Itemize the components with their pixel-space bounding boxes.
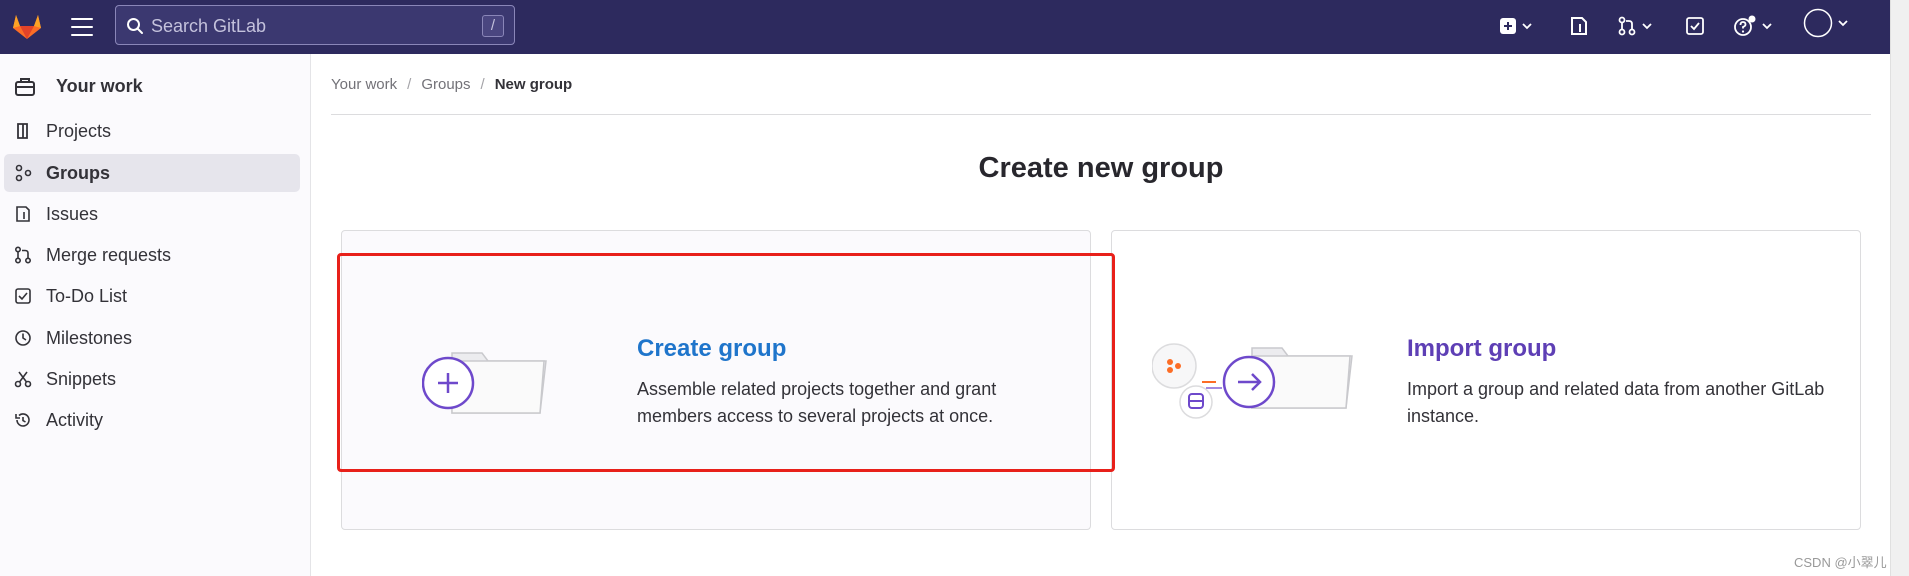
- issues-icon: [16, 206, 30, 222]
- briefcase-icon: [15, 78, 35, 96]
- todo-button[interactable]: [1685, 14, 1705, 38]
- group-icon: [15, 164, 32, 182]
- import-group-title[interactable]: Import group: [1407, 335, 1556, 363]
- import-group-illustration: [1152, 343, 1353, 419]
- project-icon: [17, 123, 28, 139]
- issues-button[interactable]: [1569, 14, 1589, 38]
- create-group-title[interactable]: Create group: [637, 335, 786, 363]
- user-menu[interactable]: [1803, 8, 1849, 38]
- search-icon: [127, 18, 143, 34]
- merge-request-icon: [14, 246, 32, 264]
- sidebar-item-label: Milestones: [46, 328, 133, 348]
- create-new-button[interactable]: [1499, 14, 1533, 38]
- vertical-scrollbar[interactable]: [1890, 0, 1909, 576]
- todo-icon: [15, 288, 31, 304]
- issues-icon: [1571, 17, 1587, 35]
- gitlab-logo[interactable]: [10, 9, 44, 41]
- top-navbar: Search GitLab /: [0, 0, 1890, 54]
- import-group-card[interactable]: Import group Import a group and related …: [1111, 230, 1861, 530]
- plus-square-icon: [1500, 18, 1516, 34]
- chevron-down-icon: [1762, 23, 1772, 30]
- sidebar-item-merge-requests[interactable]: Merge requests: [4, 236, 300, 274]
- breadcrumb-your-work[interactable]: Your work: [331, 76, 397, 93]
- page-title: Create new group: [978, 152, 1224, 184]
- sidebar-header[interactable]: Your work: [0, 64, 311, 108]
- sidebar-header-label: Your work: [56, 76, 143, 96]
- search-box[interactable]: Search GitLab /: [115, 5, 515, 45]
- watermark: CSDN @小翠儿: [1794, 555, 1887, 570]
- sidebar-item-issues[interactable]: Issues: [4, 195, 300, 233]
- breadcrumb-separator: /: [407, 76, 412, 93]
- sidebar-item-label: Activity: [46, 410, 104, 430]
- chevron-down-icon: [1838, 20, 1848, 27]
- sidebar: Your work Projects Groups Issues Merge r…: [0, 54, 311, 576]
- sidebar-item-label: To-Do List: [46, 286, 128, 306]
- create-group-illustration: [422, 352, 547, 414]
- sidebar-item-projects[interactable]: Projects: [4, 112, 300, 150]
- breadcrumb-new-group[interactable]: New group: [495, 76, 573, 93]
- sidebar-item-snippets[interactable]: Snippets: [4, 360, 300, 398]
- create-group-description: Assemble related projects together and g…: [637, 379, 997, 426]
- chevron-down-icon: [1642, 23, 1652, 30]
- sidebar-item-label: Groups: [46, 163, 111, 183]
- search-placeholder: Search GitLab: [151, 16, 267, 36]
- sidebar-item-label: Issues: [46, 204, 99, 224]
- create-group-card[interactable]: Create group Assemble related projects t…: [341, 230, 1091, 530]
- breadcrumb-separator: /: [480, 76, 485, 93]
- sidebar-item-activity[interactable]: Activity: [4, 401, 300, 439]
- avatar: [1803, 8, 1833, 38]
- sidebar-item-label: Merge requests: [46, 245, 172, 265]
- history-icon: [15, 413, 30, 427]
- breadcrumb: Your work / Groups / New group: [331, 76, 572, 93]
- clock-icon: [15, 330, 31, 346]
- merge-request-icon: [1618, 16, 1636, 36]
- sidebar-item-label: Snippets: [46, 369, 117, 389]
- hamburger-menu-icon[interactable]: [69, 15, 95, 39]
- chevron-down-icon: [1522, 23, 1532, 30]
- help-icon: [1734, 15, 1756, 36]
- help-button[interactable]: [1733, 14, 1773, 38]
- breadcrumb-groups[interactable]: Groups: [421, 76, 470, 93]
- merge-requests-button[interactable]: [1617, 14, 1653, 38]
- search-shortcut-key: /: [482, 15, 504, 37]
- import-group-description: Import a group and related data from ano…: [1407, 379, 1825, 426]
- scissors-icon: [14, 371, 32, 388]
- todo-icon: [1686, 17, 1704, 35]
- sidebar-item-label: Projects: [46, 121, 112, 141]
- sidebar-item-milestones[interactable]: Milestones: [4, 319, 300, 357]
- breadcrumb-divider: [331, 114, 1871, 115]
- sidebar-item-todo-list[interactable]: To-Do List: [4, 277, 300, 315]
- sidebar-item-groups[interactable]: Groups: [4, 154, 300, 192]
